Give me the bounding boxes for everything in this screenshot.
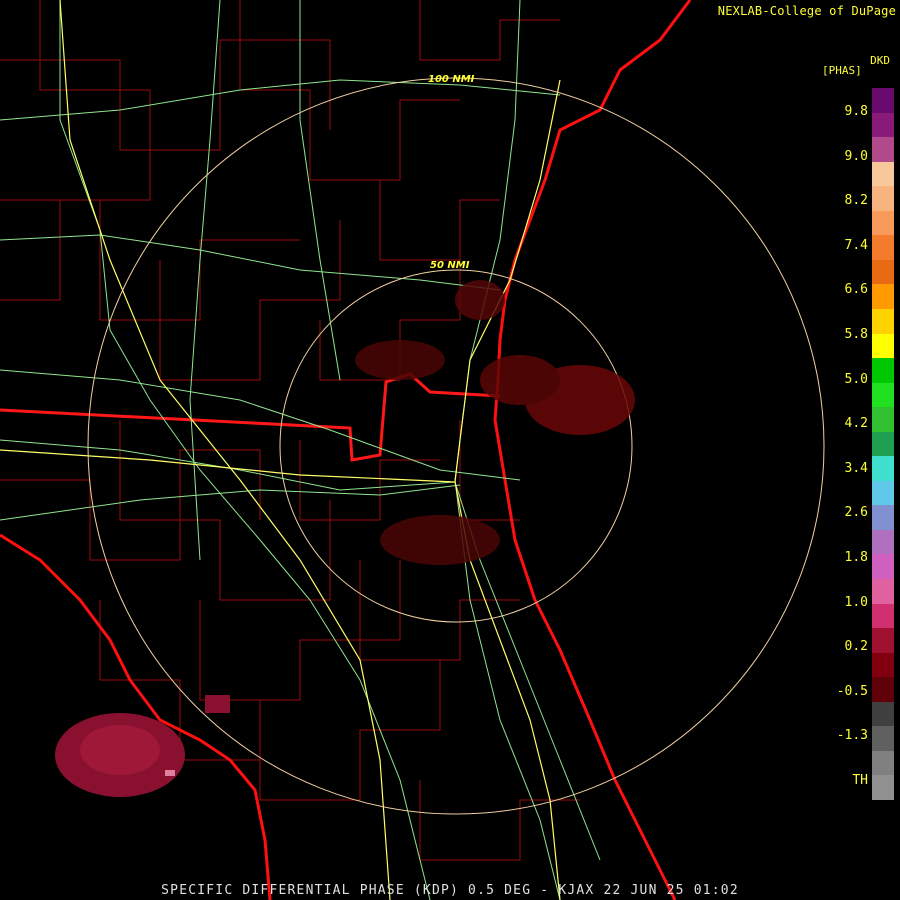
ring-label-50: 50 NMI [430,260,470,271]
scale-swatch [872,235,894,261]
scale-label: 1.0 [844,594,868,610]
scale-swatch [872,358,894,384]
scale-label: 5.0 [844,371,868,387]
scale-swatch [872,88,894,114]
scale-label: 4.2 [844,416,868,432]
scale-label: 0.2 [844,639,868,655]
ring-label-100: 100 NMI [428,74,475,85]
credit-text: NEXLAB-College of DuPage [717,4,896,18]
scale-label: TH [852,773,868,788]
scale-swatch [872,652,894,678]
scale-label: 8.2 [844,193,868,209]
scale-swatch [872,112,894,138]
scale-swatch [872,529,894,555]
scale-swatch [872,137,894,163]
scale-swatch [872,259,894,285]
scale-swatch [872,701,894,727]
scale-label: 5.8 [844,327,868,342]
scale-swatch [872,284,894,310]
scale-swatch [872,431,894,457]
scale-label: -0.5 [836,683,868,699]
scale-swatch [872,161,894,187]
scale-swatch [872,579,894,605]
scale-label: 2.6 [844,505,868,521]
scale-swatch [872,210,894,236]
scale-swatch [872,628,894,654]
scale-swatch [872,456,894,482]
scale-swatch [872,750,894,776]
scale-swatch [872,382,894,408]
product-footer: SPECIFIC DIFFERENTIAL PHASE (KDP) 0.5 DE… [161,883,739,898]
scale-swatch [872,333,894,359]
scale-label: -1.3 [836,728,868,744]
scale-label: 9.8 [844,104,868,119]
legend-product: DKD [870,54,890,67]
scale-swatch [872,480,894,506]
color-scale [872,88,894,801]
scale-label: 7.4 [844,237,868,253]
radar-map: 100 NMI 50 NMI [0,0,900,900]
scale-label: 6.6 [844,282,868,298]
scale-swatch [872,186,894,212]
scale-label: 9.0 [844,148,868,164]
scale-swatch [872,308,894,334]
scale-swatch [872,603,894,629]
scale-swatch [872,677,894,703]
legend-unit: [PHAS] [822,64,862,77]
scale-label: 1.8 [844,550,868,565]
scale-label: 3.4 [844,460,868,476]
scale-swatch [872,775,894,801]
scale-swatch [872,505,894,531]
scale-swatch [872,407,894,433]
scale-swatch [872,726,894,752]
scale-swatch [872,554,894,580]
